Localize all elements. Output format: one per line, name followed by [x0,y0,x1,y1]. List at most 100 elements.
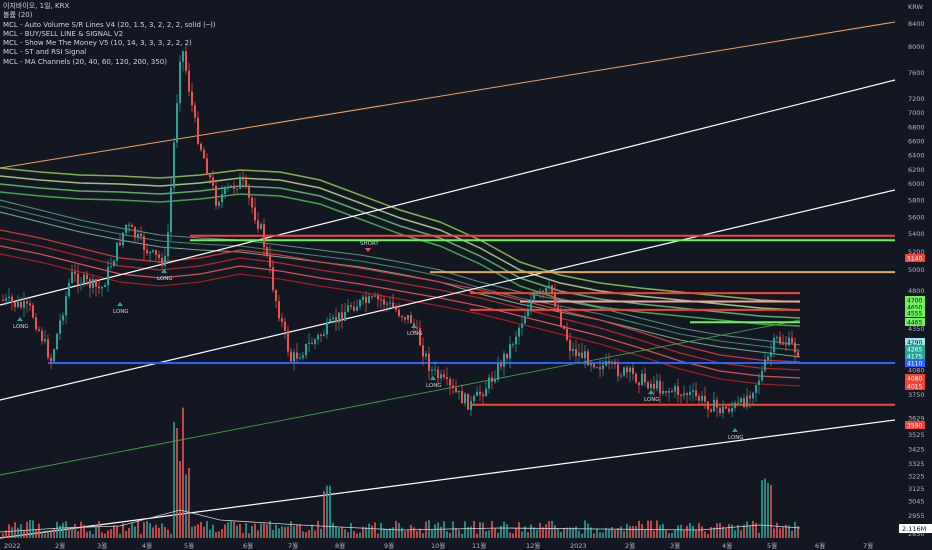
indicator-sr-lines[interactable]: MCL - Auto Volume S/R Lines V4 (20, 1.5,… [3,21,216,30]
candle-body [653,383,655,389]
volume-bar [35,529,37,538]
candle-body [149,251,151,254]
candle-body [494,379,496,382]
x-tick-label-11: 12월 [526,541,540,550]
candle-body [278,301,280,319]
volume-bar [260,523,262,538]
candle-body [668,390,670,393]
candle-body [737,402,739,404]
x-tick-label-5: 6월 [243,541,253,550]
candle-body [269,254,271,268]
candle-body [395,307,397,310]
volume-bar [611,527,613,538]
x-tick-label-1: 2월 [55,541,65,550]
candle-body [308,342,310,344]
volume-bar [179,461,181,538]
volume-bar [320,528,322,538]
volume-bar [248,533,250,538]
price-chart[interactable]: LONG LONG LONG SHORT LONG LONG LONG LONG 8400 80… [0,0,932,550]
candle-body [554,293,556,307]
candle-body [467,393,469,410]
candle-body [521,323,523,328]
candle-body [107,266,109,286]
candle-body [194,105,196,118]
candle-body [257,220,259,229]
candle-body [440,374,442,379]
indicator-volume[interactable]: 볼륨 (20) [3,11,216,20]
volume-bar [620,526,622,538]
candle-body [500,363,502,367]
candle-body [356,306,358,311]
candle-body [26,301,28,304]
volume-bar [371,525,373,538]
candle-body [14,302,16,307]
indicator-show-me-money[interactable]: MCL - Show Me The Money V5 (10, 14, 3, 3… [3,39,216,48]
candle-body [161,257,163,266]
symbol-line[interactable]: 이지바이오, 1일, KRX [3,2,216,11]
candle-body [398,309,400,316]
candle-body [254,207,256,221]
volume-bar [680,524,682,538]
volume-bar [356,533,358,538]
candle-body [275,290,277,302]
volume-bar [29,520,31,538]
volume-bar [587,523,589,538]
volume-bar [368,523,370,538]
indicator-st-rsi[interactable]: MCL - ST and RSI Signal [3,48,216,57]
indicator-ma-channels[interactable]: MCL - MA Channels (20, 40, 60, 120, 200,… [3,58,216,67]
candle-body [293,352,295,362]
candle-body [716,399,718,408]
volume-bar [767,482,769,538]
y-tick-label-14: 5000 [908,266,925,274]
candle-body [725,406,727,409]
x-tick-label-2: 3월 [97,541,107,550]
volume-bar [413,527,415,538]
candle-body [323,334,325,336]
volume-bar [104,533,106,538]
volume-bar [515,528,517,538]
volume-bar [458,529,460,538]
volume-bar [257,530,259,538]
candle-body [77,273,79,286]
candle-body [203,149,205,159]
volume-bar [158,527,160,538]
candle-body [650,383,652,389]
candle-body [41,330,43,342]
candle-body [464,393,466,404]
candle-body [221,194,223,203]
x-tick-label-9: 10월 [431,541,445,550]
indicator-buy-sell[interactable]: MCL - BUY/SELL LINE & SIGNAL V2 [3,30,216,39]
candle-body [53,349,55,362]
volume-bar [128,527,130,538]
volume-bar [563,527,565,538]
candle-body [224,186,226,195]
candle-body [515,336,517,345]
candle-body [755,384,757,393]
volume-bar [65,521,67,538]
volume-bar [227,522,229,538]
y-tick-label-7: 6400 [908,152,925,160]
candle-body [410,314,412,324]
candle-body [173,142,175,188]
candle-body [791,337,793,343]
y-tick-label-6: 6600 [908,138,925,146]
candle-body [602,365,604,370]
candle-body [386,303,388,305]
candle-body [401,315,403,318]
candle-body [683,393,685,396]
volume-bar [392,527,394,538]
signal-label-3: SHORT [360,241,379,247]
volume-bar [623,531,625,538]
volume-bar [578,530,580,538]
volume-bar [203,526,205,538]
volume-bar [86,531,88,538]
candle-body [350,305,352,307]
candle-body [545,287,547,292]
candle-body [773,337,775,352]
candle-body [446,377,448,380]
volume-bar [683,530,685,538]
signal-label-2: LONG [157,276,173,282]
volume-bar [170,533,172,538]
volume-bar [308,530,310,538]
candle-body [455,387,457,393]
